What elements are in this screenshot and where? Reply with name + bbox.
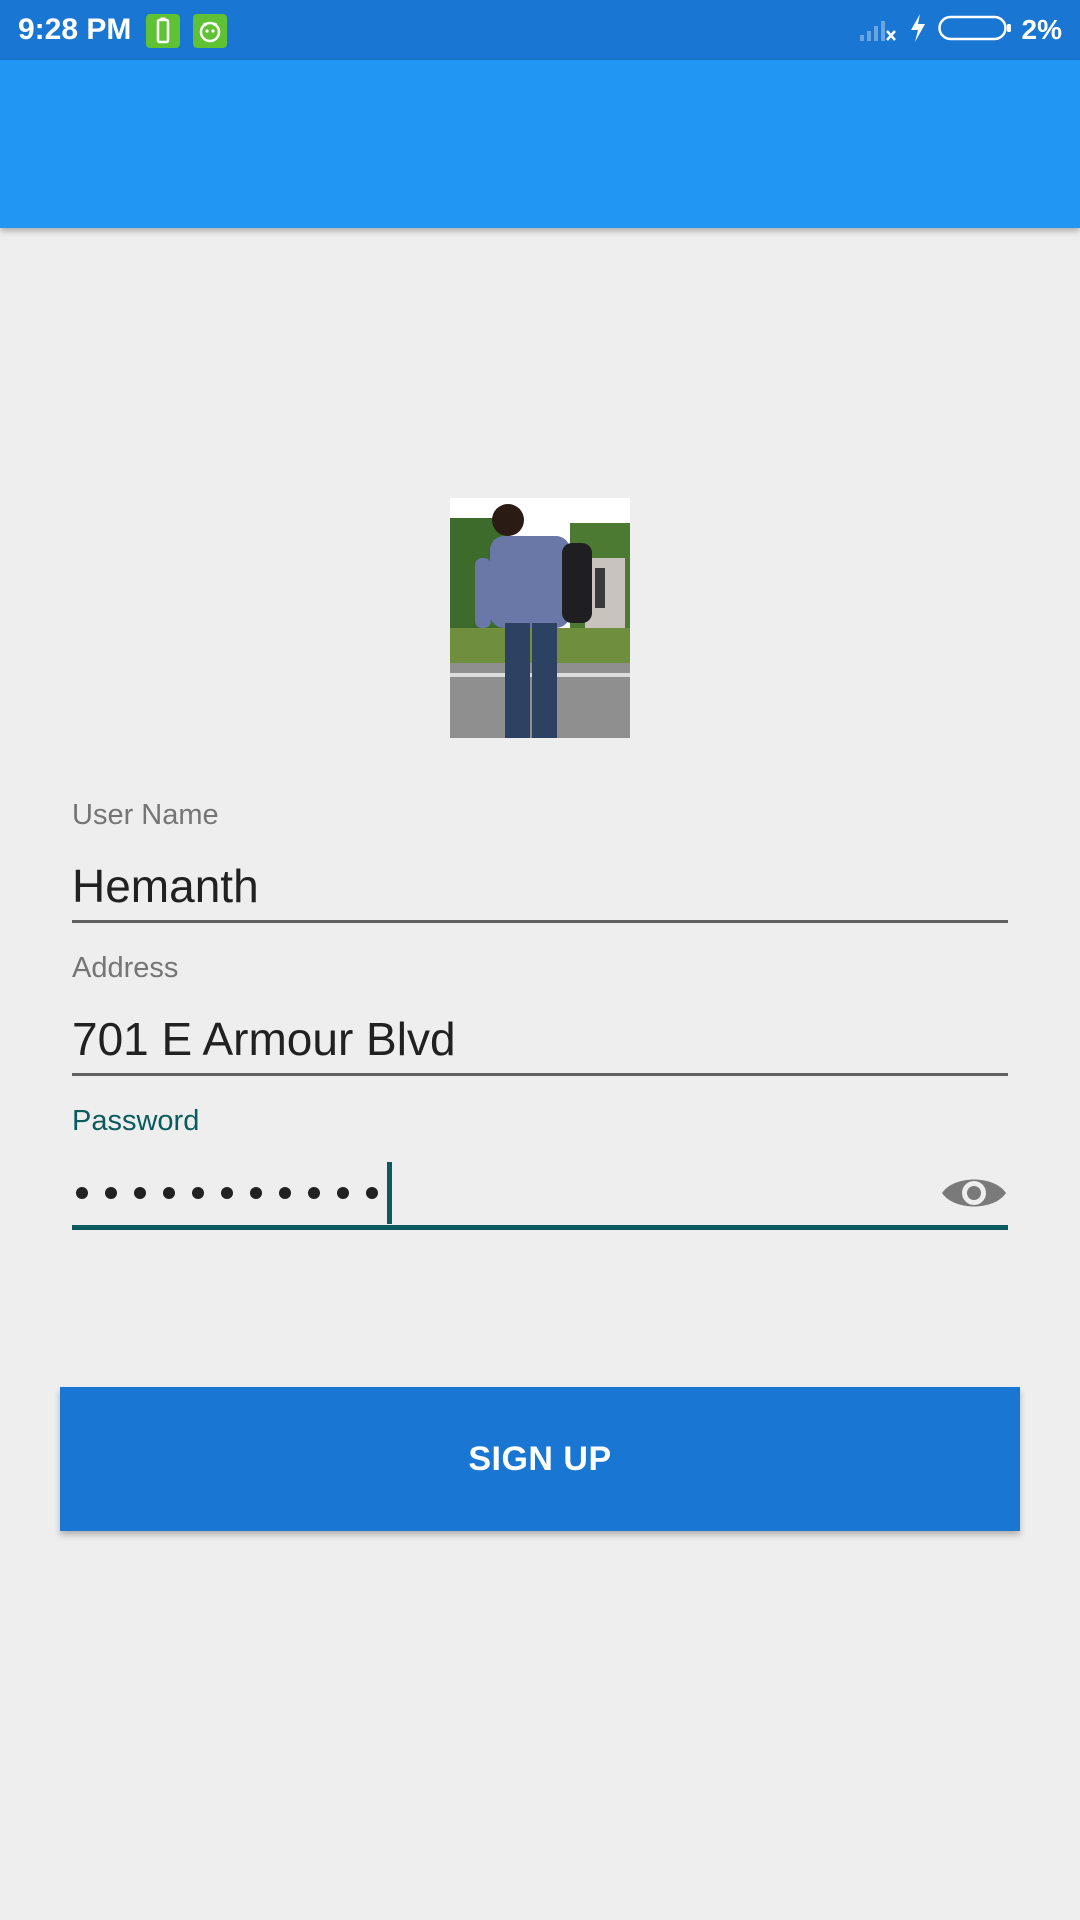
password-dot [221,1187,233,1199]
address-input[interactable]: 701 E Armour Blvd [72,1010,456,1068]
password-dot [192,1187,204,1199]
text-cursor [387,1162,392,1224]
no-signal-icon [858,13,898,48]
address-field[interactable]: Address 701 E Armour Blvd [72,950,1008,1080]
eye-icon[interactable] [940,1169,1008,1217]
password-dot [163,1187,175,1199]
address-underline [72,1073,1008,1076]
password-underline [72,1225,1008,1230]
password-dot [134,1187,146,1199]
username-underline [72,920,1008,923]
battery-saver-icon [146,14,180,48]
password-dot [76,1187,88,1199]
profile-photo[interactable] [450,498,630,738]
password-field[interactable]: Password [72,1103,1008,1233]
battery-icon [937,14,1012,47]
password-dot [337,1187,349,1199]
password-dot [308,1187,320,1199]
status-time: 9:28 PM [18,13,132,46]
password-dot [105,1187,117,1199]
username-input[interactable]: Hemanth [72,857,259,915]
app-bar [0,60,1080,228]
address-label: Address [72,952,179,984]
status-icons: 2% [858,10,1062,50]
status-bar: 9:28 PM 2% [0,0,1080,60]
password-dot [279,1187,291,1199]
sign-up-button[interactable]: SIGN UP [60,1387,1020,1531]
username-field[interactable]: User Name Hemanth [72,797,1008,927]
username-label: User Name [72,799,219,831]
password-input[interactable] [76,1162,392,1224]
password-dot [366,1187,378,1199]
android-debug-icon [193,14,227,48]
battery-percent: 2% [1021,14,1062,45]
password-label: Password [72,1105,200,1137]
charging-bolt-icon [908,12,928,49]
password-dot [250,1187,262,1199]
